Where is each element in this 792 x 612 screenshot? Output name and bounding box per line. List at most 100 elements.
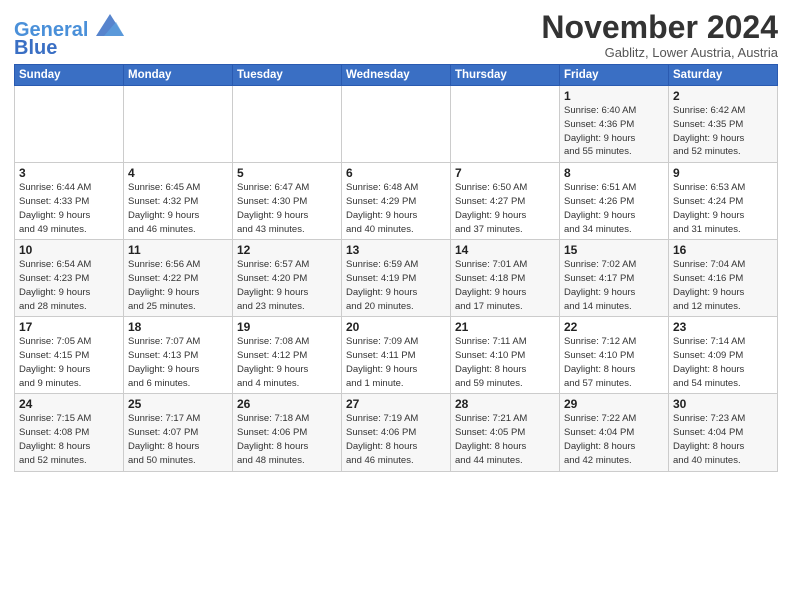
calendar-cell: 17Sunrise: 7:05 AM Sunset: 4:15 PM Dayli… bbox=[15, 317, 124, 394]
calendar-cell: 30Sunrise: 7:23 AM Sunset: 4:04 PM Dayli… bbox=[669, 394, 778, 471]
day-info: Sunrise: 6:47 AM Sunset: 4:30 PM Dayligh… bbox=[237, 181, 337, 236]
logo-icon bbox=[96, 14, 124, 36]
calendar-cell: 8Sunrise: 6:51 AM Sunset: 4:26 PM Daylig… bbox=[560, 163, 669, 240]
day-number: 12 bbox=[237, 243, 337, 257]
day-info: Sunrise: 7:08 AM Sunset: 4:12 PM Dayligh… bbox=[237, 335, 337, 390]
calendar-cell: 10Sunrise: 6:54 AM Sunset: 4:23 PM Dayli… bbox=[15, 240, 124, 317]
day-info: Sunrise: 6:45 AM Sunset: 4:32 PM Dayligh… bbox=[128, 181, 228, 236]
calendar-cell: 20Sunrise: 7:09 AM Sunset: 4:11 PM Dayli… bbox=[342, 317, 451, 394]
day-info: Sunrise: 7:02 AM Sunset: 4:17 PM Dayligh… bbox=[564, 258, 664, 313]
day-info: Sunrise: 7:07 AM Sunset: 4:13 PM Dayligh… bbox=[128, 335, 228, 390]
calendar-cell: 5Sunrise: 6:47 AM Sunset: 4:30 PM Daylig… bbox=[233, 163, 342, 240]
day-number: 21 bbox=[455, 320, 555, 334]
day-info: Sunrise: 6:54 AM Sunset: 4:23 PM Dayligh… bbox=[19, 258, 119, 313]
day-info: Sunrise: 6:50 AM Sunset: 4:27 PM Dayligh… bbox=[455, 181, 555, 236]
title-block: November 2024 Gablitz, Lower Austria, Au… bbox=[541, 10, 778, 60]
calendar-cell: 4Sunrise: 6:45 AM Sunset: 4:32 PM Daylig… bbox=[124, 163, 233, 240]
day-number: 2 bbox=[673, 89, 773, 103]
calendar-table: SundayMondayTuesdayWednesdayThursdayFrid… bbox=[14, 64, 778, 471]
calendar-cell: 26Sunrise: 7:18 AM Sunset: 4:06 PM Dayli… bbox=[233, 394, 342, 471]
day-number: 8 bbox=[564, 166, 664, 180]
day-info: Sunrise: 7:22 AM Sunset: 4:04 PM Dayligh… bbox=[564, 412, 664, 467]
week-row-1: 1Sunrise: 6:40 AM Sunset: 4:36 PM Daylig… bbox=[15, 86, 778, 163]
day-info: Sunrise: 7:09 AM Sunset: 4:11 PM Dayligh… bbox=[346, 335, 446, 390]
day-number: 29 bbox=[564, 397, 664, 411]
day-number: 22 bbox=[564, 320, 664, 334]
day-info: Sunrise: 7:12 AM Sunset: 4:10 PM Dayligh… bbox=[564, 335, 664, 390]
calendar-cell: 11Sunrise: 6:56 AM Sunset: 4:22 PM Dayli… bbox=[124, 240, 233, 317]
day-info: Sunrise: 7:18 AM Sunset: 4:06 PM Dayligh… bbox=[237, 412, 337, 467]
page-container: General Blue November 2024 Gablitz, Lowe… bbox=[0, 0, 792, 478]
header: General Blue November 2024 Gablitz, Lowe… bbox=[14, 10, 778, 60]
calendar-cell: 9Sunrise: 6:53 AM Sunset: 4:24 PM Daylig… bbox=[669, 163, 778, 240]
day-number: 13 bbox=[346, 243, 446, 257]
calendar-cell: 21Sunrise: 7:11 AM Sunset: 4:10 PM Dayli… bbox=[451, 317, 560, 394]
day-number: 9 bbox=[673, 166, 773, 180]
calendar-cell: 15Sunrise: 7:02 AM Sunset: 4:17 PM Dayli… bbox=[560, 240, 669, 317]
day-number: 19 bbox=[237, 320, 337, 334]
week-row-3: 10Sunrise: 6:54 AM Sunset: 4:23 PM Dayli… bbox=[15, 240, 778, 317]
day-number: 30 bbox=[673, 397, 773, 411]
day-number: 10 bbox=[19, 243, 119, 257]
calendar-cell: 12Sunrise: 6:57 AM Sunset: 4:20 PM Dayli… bbox=[233, 240, 342, 317]
calendar-cell: 2Sunrise: 6:42 AM Sunset: 4:35 PM Daylig… bbox=[669, 86, 778, 163]
header-row: SundayMondayTuesdayWednesdayThursdayFrid… bbox=[15, 65, 778, 86]
calendar-cell bbox=[15, 86, 124, 163]
calendar-cell: 22Sunrise: 7:12 AM Sunset: 4:10 PM Dayli… bbox=[560, 317, 669, 394]
calendar-cell bbox=[451, 86, 560, 163]
day-header-wednesday: Wednesday bbox=[342, 65, 451, 86]
calendar-cell: 18Sunrise: 7:07 AM Sunset: 4:13 PM Dayli… bbox=[124, 317, 233, 394]
day-info: Sunrise: 7:04 AM Sunset: 4:16 PM Dayligh… bbox=[673, 258, 773, 313]
day-info: Sunrise: 7:21 AM Sunset: 4:05 PM Dayligh… bbox=[455, 412, 555, 467]
day-number: 3 bbox=[19, 166, 119, 180]
calendar-cell: 25Sunrise: 7:17 AM Sunset: 4:07 PM Dayli… bbox=[124, 394, 233, 471]
calendar-cell: 7Sunrise: 6:50 AM Sunset: 4:27 PM Daylig… bbox=[451, 163, 560, 240]
day-info: Sunrise: 6:51 AM Sunset: 4:26 PM Dayligh… bbox=[564, 181, 664, 236]
month-title: November 2024 bbox=[541, 10, 778, 45]
day-info: Sunrise: 6:44 AM Sunset: 4:33 PM Dayligh… bbox=[19, 181, 119, 236]
calendar-cell bbox=[124, 86, 233, 163]
calendar-cell: 1Sunrise: 6:40 AM Sunset: 4:36 PM Daylig… bbox=[560, 86, 669, 163]
day-info: Sunrise: 6:59 AM Sunset: 4:19 PM Dayligh… bbox=[346, 258, 446, 313]
day-number: 23 bbox=[673, 320, 773, 334]
calendar-cell: 14Sunrise: 7:01 AM Sunset: 4:18 PM Dayli… bbox=[451, 240, 560, 317]
day-number: 26 bbox=[237, 397, 337, 411]
day-header-sunday: Sunday bbox=[15, 65, 124, 86]
week-row-4: 17Sunrise: 7:05 AM Sunset: 4:15 PM Dayli… bbox=[15, 317, 778, 394]
day-number: 5 bbox=[237, 166, 337, 180]
day-number: 24 bbox=[19, 397, 119, 411]
calendar-cell bbox=[233, 86, 342, 163]
calendar-cell bbox=[342, 86, 451, 163]
day-info: Sunrise: 6:53 AM Sunset: 4:24 PM Dayligh… bbox=[673, 181, 773, 236]
day-info: Sunrise: 7:19 AM Sunset: 4:06 PM Dayligh… bbox=[346, 412, 446, 467]
day-number: 7 bbox=[455, 166, 555, 180]
day-info: Sunrise: 6:40 AM Sunset: 4:36 PM Dayligh… bbox=[564, 104, 664, 159]
day-info: Sunrise: 6:56 AM Sunset: 4:22 PM Dayligh… bbox=[128, 258, 228, 313]
day-header-monday: Monday bbox=[124, 65, 233, 86]
day-info: Sunrise: 7:15 AM Sunset: 4:08 PM Dayligh… bbox=[19, 412, 119, 467]
day-number: 17 bbox=[19, 320, 119, 334]
day-number: 28 bbox=[455, 397, 555, 411]
day-info: Sunrise: 7:17 AM Sunset: 4:07 PM Dayligh… bbox=[128, 412, 228, 467]
day-number: 1 bbox=[564, 89, 664, 103]
day-number: 15 bbox=[564, 243, 664, 257]
day-number: 6 bbox=[346, 166, 446, 180]
calendar-cell: 6Sunrise: 6:48 AM Sunset: 4:29 PM Daylig… bbox=[342, 163, 451, 240]
calendar-cell: 24Sunrise: 7:15 AM Sunset: 4:08 PM Dayli… bbox=[15, 394, 124, 471]
day-number: 14 bbox=[455, 243, 555, 257]
day-header-thursday: Thursday bbox=[451, 65, 560, 86]
day-number: 11 bbox=[128, 243, 228, 257]
day-info: Sunrise: 6:48 AM Sunset: 4:29 PM Dayligh… bbox=[346, 181, 446, 236]
calendar-cell: 29Sunrise: 7:22 AM Sunset: 4:04 PM Dayli… bbox=[560, 394, 669, 471]
day-info: Sunrise: 6:42 AM Sunset: 4:35 PM Dayligh… bbox=[673, 104, 773, 159]
calendar-cell: 16Sunrise: 7:04 AM Sunset: 4:16 PM Dayli… bbox=[669, 240, 778, 317]
day-header-saturday: Saturday bbox=[669, 65, 778, 86]
calendar-cell: 27Sunrise: 7:19 AM Sunset: 4:06 PM Dayli… bbox=[342, 394, 451, 471]
day-header-tuesday: Tuesday bbox=[233, 65, 342, 86]
calendar-cell: 19Sunrise: 7:08 AM Sunset: 4:12 PM Dayli… bbox=[233, 317, 342, 394]
calendar-cell: 28Sunrise: 7:21 AM Sunset: 4:05 PM Dayli… bbox=[451, 394, 560, 471]
calendar-cell: 13Sunrise: 6:59 AM Sunset: 4:19 PM Dayli… bbox=[342, 240, 451, 317]
week-row-5: 24Sunrise: 7:15 AM Sunset: 4:08 PM Dayli… bbox=[15, 394, 778, 471]
day-header-friday: Friday bbox=[560, 65, 669, 86]
day-number: 18 bbox=[128, 320, 228, 334]
